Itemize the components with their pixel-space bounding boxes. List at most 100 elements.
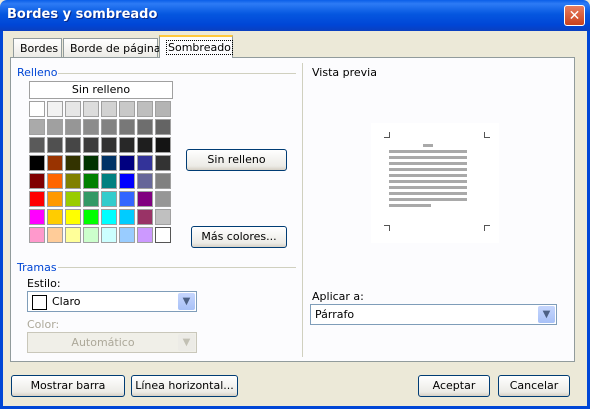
preview-text-line [389, 204, 431, 207]
color-swatch[interactable] [65, 173, 81, 189]
apply-to-select[interactable]: Párrafo ▼ [310, 304, 557, 325]
more-colors-button[interactable]: Más colores... [191, 226, 287, 248]
preview-text-line [389, 198, 467, 201]
color-swatch[interactable] [65, 137, 81, 153]
color-swatch[interactable] [83, 101, 99, 117]
color-swatch[interactable] [155, 173, 171, 189]
ok-label: Aceptar [432, 379, 476, 392]
color-swatch[interactable] [137, 209, 153, 225]
preview-text-line [389, 156, 467, 159]
color-swatch[interactable] [119, 191, 135, 207]
color-swatch[interactable] [101, 227, 117, 243]
preview-text-line [389, 150, 467, 153]
show-toolbar-label: Mostrar barra [30, 379, 106, 392]
color-swatch[interactable] [137, 191, 153, 207]
color-swatch[interactable] [83, 227, 99, 243]
color-swatch[interactable] [155, 209, 171, 225]
color-swatch[interactable] [119, 173, 135, 189]
color-swatch[interactable] [155, 191, 171, 207]
color-swatch[interactable] [101, 119, 117, 135]
preview-pane [371, 123, 499, 243]
preview-text-line [389, 186, 467, 189]
color-select-value: Automático [71, 336, 135, 349]
color-swatch[interactable] [119, 227, 135, 243]
more-colors-button-label: Más colores... [201, 230, 277, 243]
ok-button[interactable]: Aceptar [418, 375, 490, 397]
color-swatch[interactable] [29, 119, 45, 135]
color-swatch[interactable] [29, 101, 45, 117]
color-swatch[interactable] [65, 209, 81, 225]
color-swatch[interactable] [29, 173, 45, 189]
color-swatch[interactable] [137, 155, 153, 171]
color-swatch[interactable] [47, 227, 63, 243]
color-swatch[interactable] [137, 119, 153, 135]
color-swatch[interactable] [47, 101, 63, 117]
color-swatch[interactable] [155, 119, 171, 135]
color-swatch[interactable] [119, 101, 135, 117]
color-swatch[interactable] [47, 209, 63, 225]
no-fill-button[interactable]: Sin relleno [186, 149, 287, 171]
color-swatch[interactable] [137, 137, 153, 153]
color-swatch[interactable] [155, 101, 171, 117]
preview-text-line [389, 180, 467, 183]
color-swatch[interactable] [83, 137, 99, 153]
style-select[interactable]: Claro ▼ [27, 291, 197, 312]
color-swatch[interactable] [137, 173, 153, 189]
color-swatch[interactable] [101, 155, 117, 171]
color-swatch[interactable] [83, 209, 99, 225]
style-select-value: Claro [52, 295, 81, 308]
color-swatch[interactable] [83, 173, 99, 189]
color-swatch[interactable] [101, 137, 117, 153]
tramas-group-label: Tramas [17, 261, 57, 274]
crop-mark-bottom-left [384, 225, 390, 231]
color-swatch[interactable] [29, 191, 45, 207]
no-fill-bar[interactable]: Sin relleno [29, 81, 173, 99]
tab-sombreado[interactable]: Sombreado [159, 35, 233, 58]
color-swatch[interactable] [29, 209, 45, 225]
color-swatch[interactable] [47, 137, 63, 153]
tab-bordes[interactable]: Bordes [13, 38, 62, 57]
color-swatch[interactable] [65, 155, 81, 171]
color-swatch[interactable] [29, 137, 45, 153]
color-swatch[interactable] [47, 119, 63, 135]
title-bar: Bordes y sombreado ✕ [0, 0, 590, 31]
show-toolbar-button[interactable]: Mostrar barra [11, 375, 125, 397]
color-swatch[interactable] [119, 119, 135, 135]
color-swatch[interactable] [101, 101, 117, 117]
color-swatch[interactable] [155, 155, 171, 171]
cancel-button[interactable]: Cancelar [498, 375, 570, 397]
chevron-down-icon[interactable]: ▼ [538, 306, 555, 323]
horizontal-line-button[interactable]: Línea horizontal... [131, 375, 238, 397]
color-swatch[interactable] [137, 101, 153, 117]
color-swatch[interactable] [47, 155, 63, 171]
color-swatch[interactable] [155, 137, 171, 153]
color-swatch[interactable] [65, 191, 81, 207]
color-swatch[interactable] [83, 191, 99, 207]
color-swatch[interactable] [65, 227, 81, 243]
color-swatch[interactable] [83, 119, 99, 135]
tab-sombreado-label: Sombreado [166, 40, 233, 55]
color-swatch[interactable] [47, 173, 63, 189]
color-swatch[interactable] [137, 227, 153, 243]
color-swatch[interactable] [101, 191, 117, 207]
tramas-separator [58, 267, 296, 268]
preview-label: Vista previa [312, 66, 377, 79]
color-swatch[interactable] [155, 227, 171, 243]
color-swatch[interactable] [101, 209, 117, 225]
color-swatch[interactable] [101, 173, 117, 189]
chevron-down-icon[interactable]: ▼ [178, 293, 195, 310]
tab-bordes-label: Bordes [20, 42, 59, 55]
close-icon[interactable]: ✕ [564, 5, 585, 26]
color-swatch[interactable] [119, 137, 135, 153]
color-swatch[interactable] [65, 101, 81, 117]
color-swatch[interactable] [119, 155, 135, 171]
color-swatch[interactable] [119, 209, 135, 225]
color-swatch[interactable] [47, 191, 63, 207]
color-swatch[interactable] [83, 155, 99, 171]
color-swatch[interactable] [65, 119, 81, 135]
preview-text-line [389, 162, 467, 165]
color-swatch[interactable] [29, 155, 45, 171]
tab-borde-de-pagina[interactable]: Borde de página [63, 38, 161, 57]
preview-text-line [389, 168, 467, 171]
color-swatch[interactable] [29, 227, 45, 243]
